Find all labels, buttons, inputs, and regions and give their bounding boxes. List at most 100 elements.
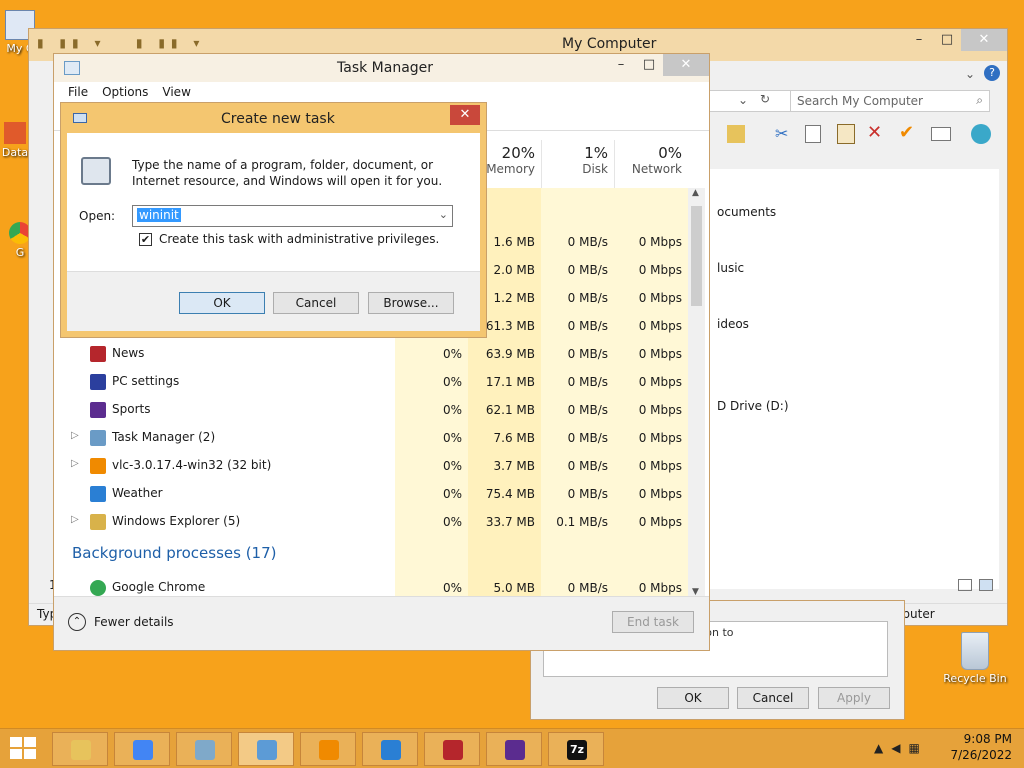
desktop-icon-data[interactable]: Data (0, 122, 30, 159)
table-row[interactable]: ▷ vlc-3.0.17.4-win32 (32 bit) 0% 3.7 MB 0 MB… (54, 452, 688, 480)
taskbar-button[interactable] (176, 732, 232, 766)
dialog-close-button[interactable]: ✕ (450, 105, 480, 125)
recycle-bin-icon (961, 632, 989, 670)
menu-view[interactable]: View (162, 82, 190, 102)
details-view-icon[interactable] (958, 579, 972, 591)
end-task-button[interactable]: End task (612, 611, 694, 633)
menu-file[interactable]: File (68, 82, 88, 102)
admin-checkbox[interactable]: ✔ (139, 233, 152, 246)
open-combobox[interactable]: wininit ⌄ (132, 205, 453, 227)
dialog-body: Type the name of a program, folder, docu… (67, 133, 480, 331)
address-dropdown-icon[interactable]: ⌄ (738, 93, 748, 107)
network-cell: 0 Mbps (638, 403, 682, 417)
fewer-details-icon[interactable]: ⌃ (68, 613, 86, 631)
open-input-value[interactable]: wininit (137, 208, 181, 222)
close-button[interactable]: ✕ (663, 54, 709, 76)
background-processes-heading: Background processes (17) (72, 544, 277, 562)
scroll-up-icon[interactable]: ▲ (692, 188, 699, 198)
taskbar-button[interactable] (300, 732, 356, 766)
browse-button[interactable]: Browse... (368, 292, 454, 314)
fewer-details-link[interactable]: Fewer details (94, 615, 174, 629)
dialog-button-area: OK Cancel Browse... (67, 271, 480, 331)
help-icon[interactable]: ? (984, 65, 1000, 81)
memory-cell: 63.9 MB (485, 347, 535, 361)
cut-icon[interactable]: ✂ (775, 124, 788, 143)
network-cell: 0 Mbps (638, 235, 682, 249)
table-row[interactable]: Sports 0% 62.1 MB 0 MB/s 0 Mbps (54, 396, 688, 424)
folder-icon[interactable] (727, 125, 745, 143)
chevron-down-icon[interactable]: ⌄ (439, 208, 448, 221)
refresh-icon[interactable]: ↻ (760, 92, 770, 106)
list-item[interactable]: ocuments (717, 205, 776, 219)
admin-checkbox-label[interactable]: Create this task with administrative pri… (159, 232, 439, 246)
table-row[interactable]: ▷ Task Manager (2) 0% 7.6 MB 0 MB/s 0 Mbps (54, 424, 688, 452)
process-name: Google Chrome (112, 580, 206, 594)
close-button[interactable]: ✕ (961, 29, 1007, 51)
disk-cell: 0 MB/s (567, 375, 608, 389)
table-row[interactable]: Google Chrome 0% 5.0 MB 0 MB/s 0 Mbps (54, 574, 688, 597)
weather-icon (381, 740, 401, 760)
taskbar-button[interactable] (424, 732, 480, 766)
desktop-icon-recycle-bin[interactable]: Recycle Bin (940, 632, 1010, 685)
cancel-button[interactable]: Cancel (273, 292, 359, 314)
show-hidden-icon[interactable]: ▲ (874, 741, 891, 755)
maximize-button[interactable]: □ (635, 54, 663, 76)
checkmark-icon[interactable]: ✔ (899, 122, 914, 143)
network-icon[interactable]: ▦ (908, 741, 927, 755)
taskbar-button[interactable] (52, 732, 108, 766)
menu-options[interactable]: Options (102, 82, 148, 102)
explorer-chevron-icon[interactable]: ⌄ (965, 67, 975, 81)
scroll-thumb[interactable] (691, 206, 702, 306)
taskbar-button[interactable] (238, 732, 294, 766)
process-name: Task Manager (2) (112, 430, 216, 444)
memory-cell: 75.4 MB (485, 487, 535, 501)
start-button[interactable] (10, 737, 38, 761)
copy-icon[interactable] (805, 125, 821, 143)
table-row[interactable]: News 0% 63.9 MB 0 MB/s 0 Mbps (54, 340, 688, 368)
clock[interactable]: 9:08 PM 7/26/2022 (950, 731, 1012, 763)
expand-icon[interactable]: ▷ (71, 430, 79, 441)
tiles-view-icon[interactable] (979, 579, 993, 591)
network-globe-icon[interactable] (971, 124, 991, 144)
table-row[interactable]: PC settings 0% 17.1 MB 0 MB/s 0 Mbps (54, 368, 688, 396)
maximize-button[interactable]: □ (933, 29, 961, 51)
column-network[interactable]: 0% Network (614, 140, 688, 188)
app-icon (90, 374, 106, 390)
delete-icon[interactable]: ✕ (867, 122, 882, 143)
search-input[interactable]: Search My Computer ⌕ (790, 90, 990, 112)
volume-muted-icon[interactable]: ◀ (891, 741, 908, 755)
scrollbar[interactable]: ▲ ▼ (688, 188, 705, 597)
column-disk[interactable]: 1% Disk (541, 140, 614, 188)
address-bar[interactable]: ⌄ ↻ (709, 90, 799, 112)
expand-icon[interactable]: ▷ (71, 458, 79, 469)
rename-icon[interactable] (931, 127, 951, 141)
menu-bar: File Options View (54, 82, 709, 102)
paste-icon[interactable] (837, 124, 855, 144)
taskbar-button[interactable] (362, 732, 418, 766)
minimize-button[interactable]: – (607, 54, 635, 76)
table-row[interactable]: ▷ Windows Explorer (5) 0% 33.7 MB 0.1 MB/s 0 … (54, 508, 688, 536)
apply-button[interactable]: Apply (818, 687, 890, 709)
run-program-icon (81, 157, 111, 185)
disk-cell: 0 MB/s (567, 581, 608, 595)
ok-button[interactable]: OK (179, 292, 265, 314)
task-manager-titlebar: Task Manager – □ ✕ (54, 54, 709, 82)
list-item[interactable]: D Drive (D:) (717, 399, 789, 413)
taskbar-button[interactable] (114, 732, 170, 766)
taskbar: 7z ▲◀▦ 9:08 PM 7/26/2022 (0, 728, 1024, 768)
taskbar-button[interactable]: 7z (548, 732, 604, 766)
open-label: Open: (79, 209, 116, 223)
network-cell: 0 Mbps (638, 515, 682, 529)
network-cell: 0 Mbps (638, 459, 682, 473)
table-row[interactable]: Weather 0% 75.4 MB 0 MB/s 0 Mbps (54, 480, 688, 508)
chrome-icon (133, 740, 153, 760)
network-cell: 0 Mbps (638, 581, 682, 595)
list-item[interactable]: lusic (717, 261, 744, 275)
cancel-button[interactable]: Cancel (737, 687, 809, 709)
taskbar-button[interactable] (486, 732, 542, 766)
minimize-button[interactable]: – (905, 29, 933, 51)
list-item[interactable]: ideos (717, 317, 749, 331)
expand-icon[interactable]: ▷ (71, 514, 79, 525)
ok-button[interactable]: OK (657, 687, 729, 709)
app-icon (90, 346, 106, 362)
